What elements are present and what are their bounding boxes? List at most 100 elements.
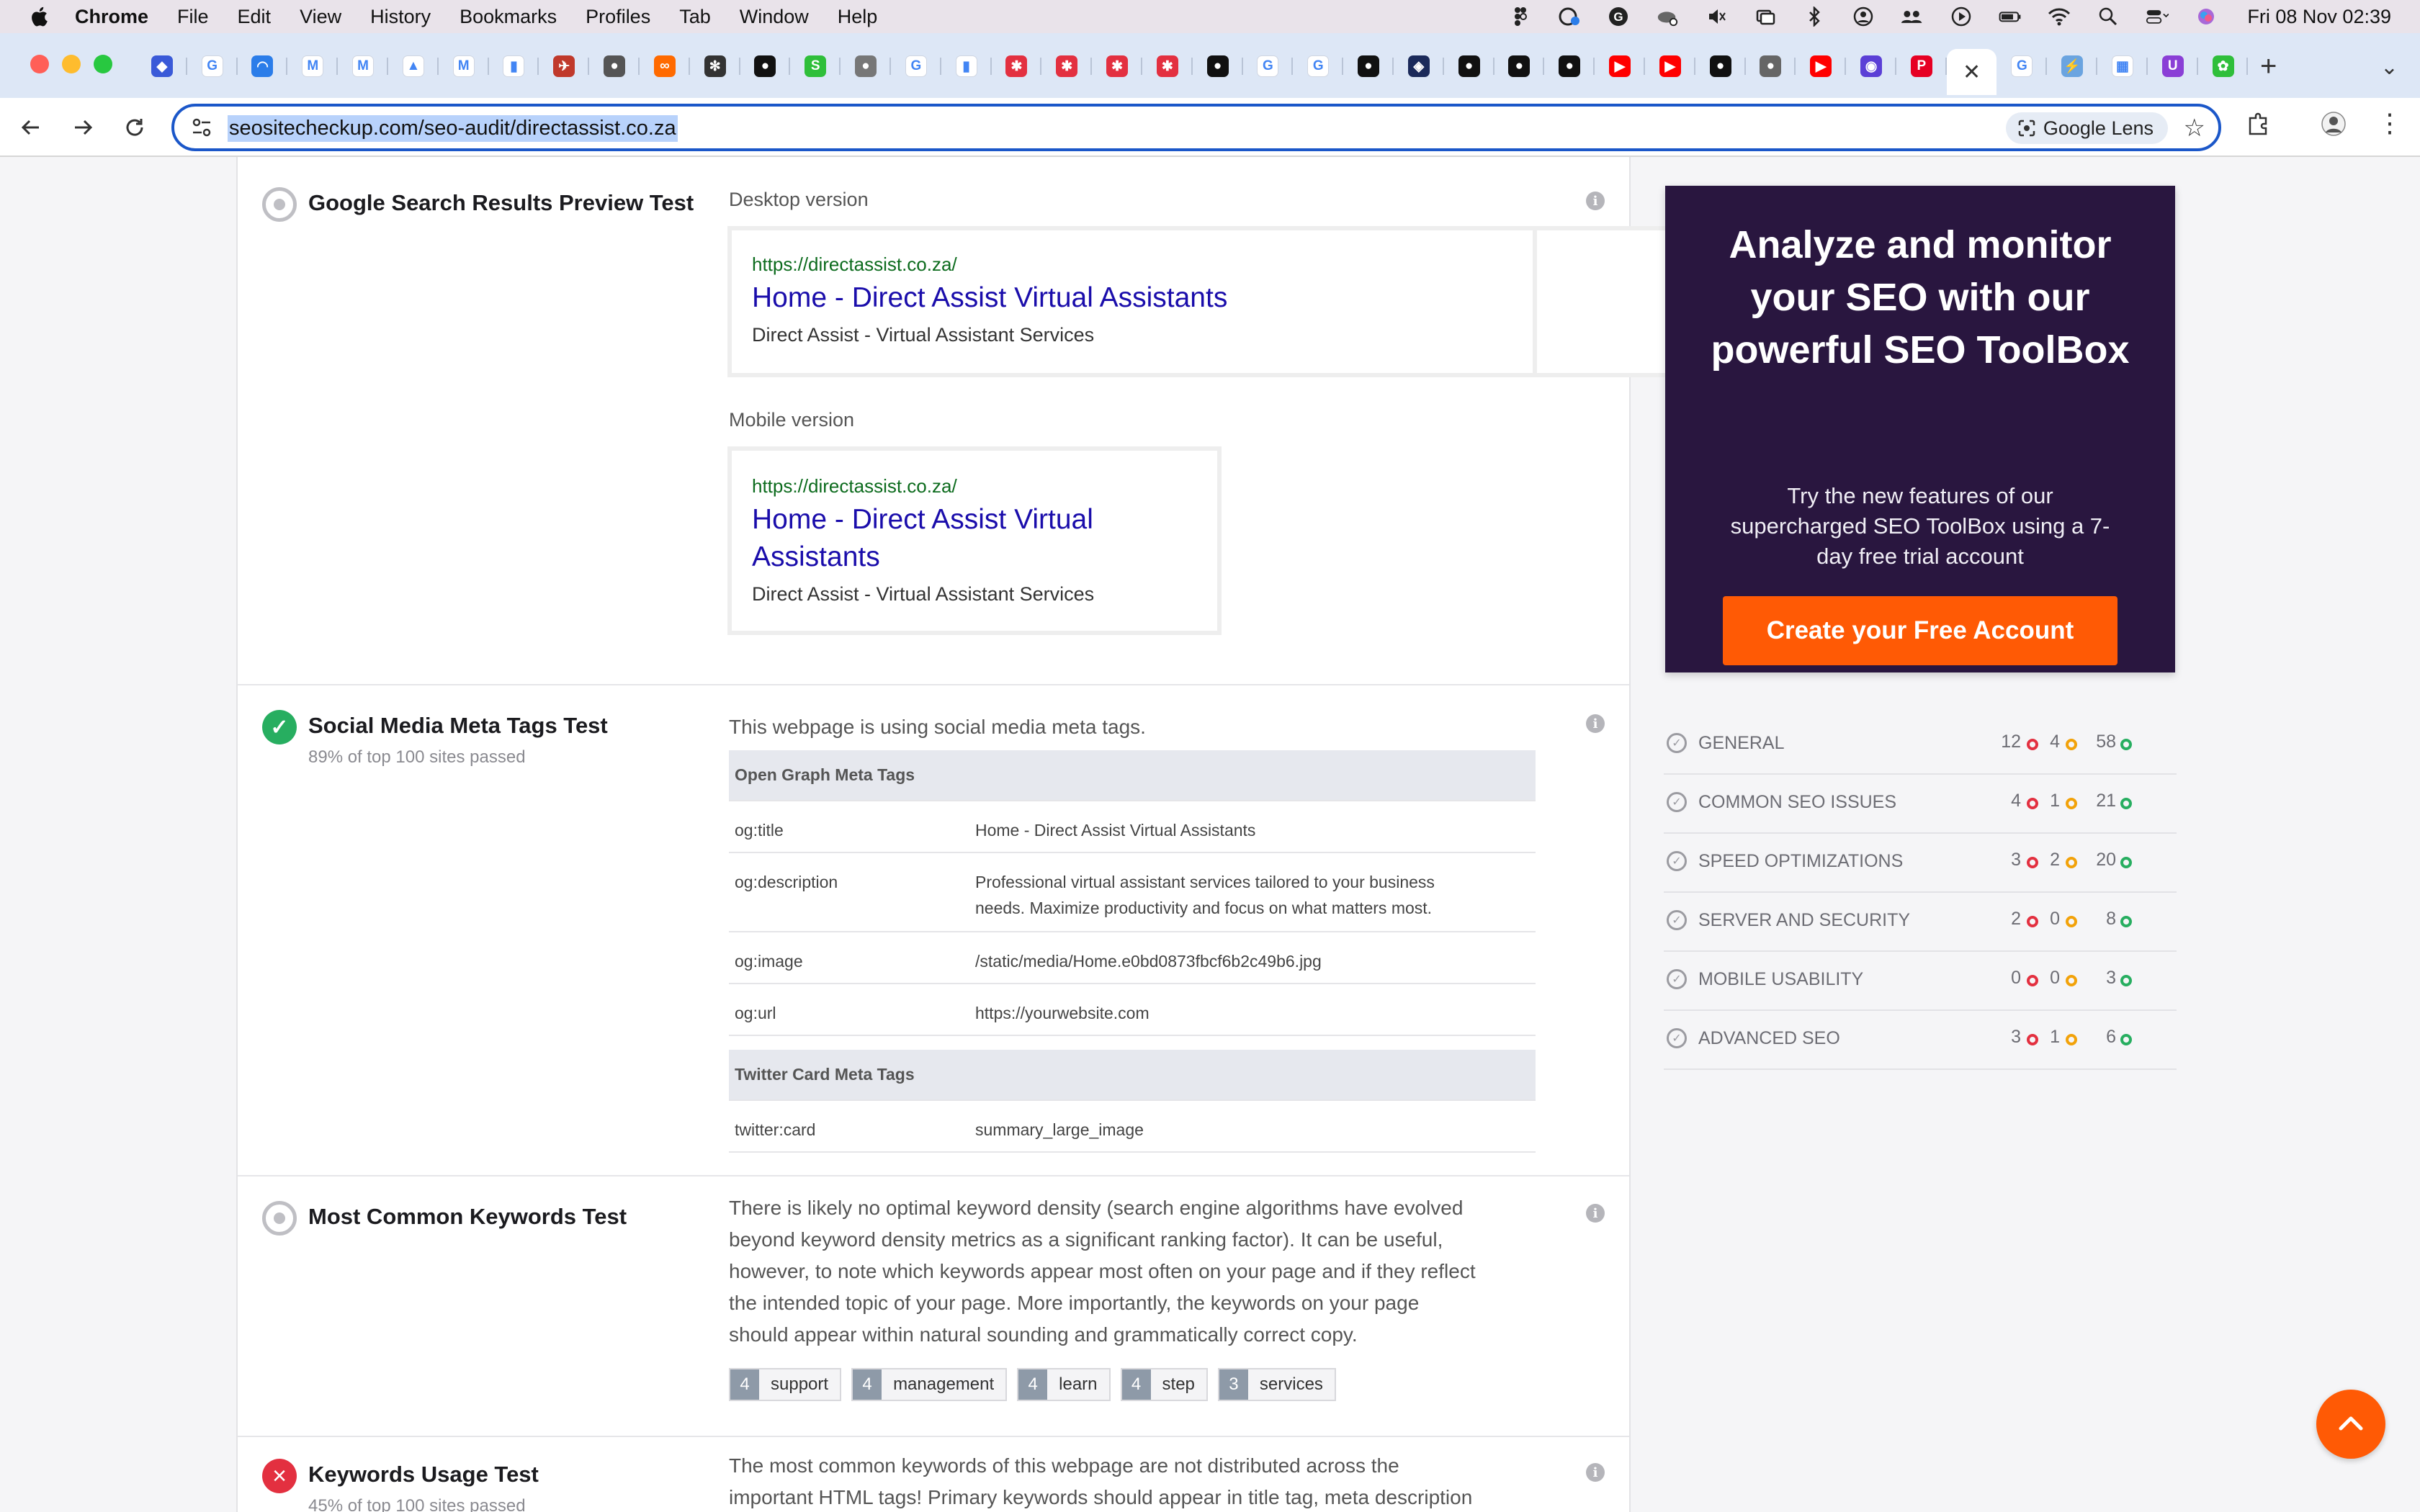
wifi-icon[interactable]: [2047, 6, 2071, 27]
menu-tab[interactable]: Tab: [679, 6, 711, 28]
menu-history[interactable]: History: [370, 6, 431, 28]
menu-app-name[interactable]: Chrome: [75, 6, 148, 28]
browser-tab[interactable]: G: [891, 49, 941, 84]
zoom-window-button[interactable]: [94, 55, 112, 73]
browser-tab[interactable]: ⚡: [2047, 49, 2097, 84]
browser-tab[interactable]: G: [1293, 49, 1343, 84]
browser-tab[interactable]: G: [1243, 49, 1294, 84]
browser-tab[interactable]: ▶: [1645, 49, 1695, 84]
address-bar[interactable]: seositecheckup.com/seo-audit/directassis…: [171, 104, 2221, 151]
menu-help[interactable]: Help: [838, 6, 878, 28]
new-tab-button[interactable]: +: [2260, 52, 2277, 81]
browser-tab[interactable]: ▶: [1796, 49, 1846, 84]
browser-tab[interactable]: ∞: [640, 49, 690, 84]
search-icon[interactable]: [2096, 6, 2120, 27]
browser-tab[interactable]: ✈: [539, 49, 589, 84]
browser-tab[interactable]: ●: [740, 49, 791, 84]
browser-tab[interactable]: ▦: [2097, 49, 2148, 84]
minimize-window-button[interactable]: [62, 55, 81, 73]
create-account-button[interactable]: Create your Free Account: [1723, 596, 2118, 665]
browser-tab[interactable]: S: [790, 49, 841, 84]
scroll-to-top-button[interactable]: [2316, 1390, 2385, 1459]
serp-page-title[interactable]: Home - Direct Assist Virtual Assistants: [752, 279, 1227, 317]
menu-bookmarks[interactable]: Bookmarks: [460, 6, 557, 28]
browser-tab[interactable]: P: [1896, 49, 1947, 84]
cloud-sync-icon[interactable]: [1557, 6, 1582, 27]
site-settings-icon[interactable]: [190, 116, 213, 139]
reload-icon[interactable]: [118, 111, 151, 144]
chrome-menu-icon[interactable]: ⋮: [2377, 108, 2403, 138]
info-icon[interactable]: i: [1586, 192, 1605, 210]
browser-tab[interactable]: G: [187, 49, 238, 84]
summary-row[interactable]: ✓ SERVER AND SECURITY 2 0 8: [1664, 893, 2177, 952]
back-arrow-icon[interactable]: [14, 111, 48, 144]
tab-search-chevron-icon[interactable]: ⌄: [2380, 55, 2398, 80]
browser-tab[interactable]: ◆: [137, 49, 187, 84]
figma-icon[interactable]: [1508, 6, 1533, 27]
browser-tab[interactable]: ✻: [690, 49, 740, 84]
summary-row[interactable]: ✓ ADVANCED SEO 3 1 6: [1664, 1011, 2177, 1070]
close-window-button[interactable]: [30, 55, 49, 73]
google-lens-button[interactable]: Google Lens: [2005, 112, 2168, 144]
summary-row[interactable]: ✓ COMMON SEO ISSUES 4 1 21: [1664, 775, 2177, 834]
browser-tab[interactable]: M: [287, 49, 338, 84]
cloud-off-icon[interactable]: [1655, 6, 1680, 27]
menu-window[interactable]: Window: [740, 6, 809, 28]
browser-tab[interactable]: ●: [1343, 49, 1394, 84]
siri-icon[interactable]: [2194, 6, 2218, 27]
close-icon[interactable]: ✕: [1963, 60, 1981, 85]
browser-tab[interactable]: ●: [841, 49, 891, 84]
browser-tab[interactable]: G: [1996, 49, 2048, 84]
extensions-puzzle-icon[interactable]: [2246, 111, 2272, 143]
browser-tab[interactable]: ✱: [1092, 49, 1142, 84]
forward-arrow-icon[interactable]: [66, 111, 99, 144]
browser-tab[interactable]: ●: [1544, 49, 1595, 84]
mute-icon[interactable]: [1704, 6, 1729, 27]
screen-mirror-icon[interactable]: [1753, 6, 1778, 27]
browser-tab[interactable]: ✱: [1041, 49, 1092, 84]
browser-tab[interactable]: ●: [1193, 49, 1243, 84]
summary-row[interactable]: ✓ SPEED OPTIMIZATIONS 3 2 20: [1664, 834, 2177, 893]
passed-count: 6: [2106, 1027, 2116, 1047]
browser-tab[interactable]: ●: [1746, 49, 1796, 84]
grammarly-icon[interactable]: G: [1606, 6, 1631, 27]
browser-tab[interactable]: ▶: [1595, 49, 1645, 84]
browser-tab[interactable]: ●: [589, 49, 640, 84]
menu-clock[interactable]: Fri 08 Nov 02:39: [2247, 6, 2391, 28]
browser-tab[interactable]: ◠: [238, 49, 288, 84]
menu-view[interactable]: View: [300, 6, 341, 28]
control-center-icon[interactable]: [2145, 6, 2169, 27]
browser-tab[interactable]: ✿: [2198, 49, 2249, 84]
browser-tab[interactable]: ◈: [1394, 49, 1444, 84]
browser-tab[interactable]: ✱: [992, 49, 1042, 84]
menu-edit[interactable]: Edit: [238, 6, 272, 28]
info-icon[interactable]: i: [1586, 1204, 1605, 1223]
browser-tab[interactable]: ▲: [388, 49, 439, 84]
bluetooth-icon[interactable]: [1802, 6, 1827, 27]
summary-row[interactable]: ✓ GENERAL 12 4 58: [1664, 716, 2177, 775]
browser-tab[interactable]: ▮: [941, 49, 992, 84]
menu-file[interactable]: File: [177, 6, 209, 28]
menu-profiles[interactable]: Profiles: [586, 6, 650, 28]
browser-tab[interactable]: ▮: [489, 49, 539, 84]
url-text[interactable]: seositecheckup.com/seo-audit/directassis…: [228, 115, 678, 142]
serp-page-title[interactable]: Home - Direct Assist Virtual Assistants: [752, 501, 1093, 576]
bookmark-star-icon[interactable]: ☆: [2184, 114, 2205, 143]
browser-tab[interactable]: M: [338, 49, 388, 84]
browser-tab[interactable]: ◉: [1846, 49, 1896, 84]
profile-avatar[interactable]: [2321, 111, 2347, 143]
browser-tab[interactable]: U: [2148, 49, 2198, 84]
browser-tab[interactable]: ●: [1695, 49, 1746, 84]
info-icon[interactable]: i: [1586, 1463, 1605, 1482]
browser-tab[interactable]: ●: [1494, 49, 1545, 84]
apple-icon[interactable]: [29, 6, 49, 27]
browser-tab[interactable]: ✱: [1142, 49, 1193, 84]
browser-tab[interactable]: M: [439, 49, 489, 84]
info-icon[interactable]: i: [1586, 714, 1605, 733]
tab-active[interactable]: ✕: [1946, 49, 1997, 95]
people-icon[interactable]: [1900, 6, 1924, 27]
summary-row[interactable]: ✓ MOBILE USABILITY 0 0 3: [1664, 952, 2177, 1011]
browser-tab[interactable]: ●: [1444, 49, 1494, 84]
user-icon[interactable]: [1851, 6, 1876, 27]
play-icon[interactable]: [1949, 6, 1973, 27]
